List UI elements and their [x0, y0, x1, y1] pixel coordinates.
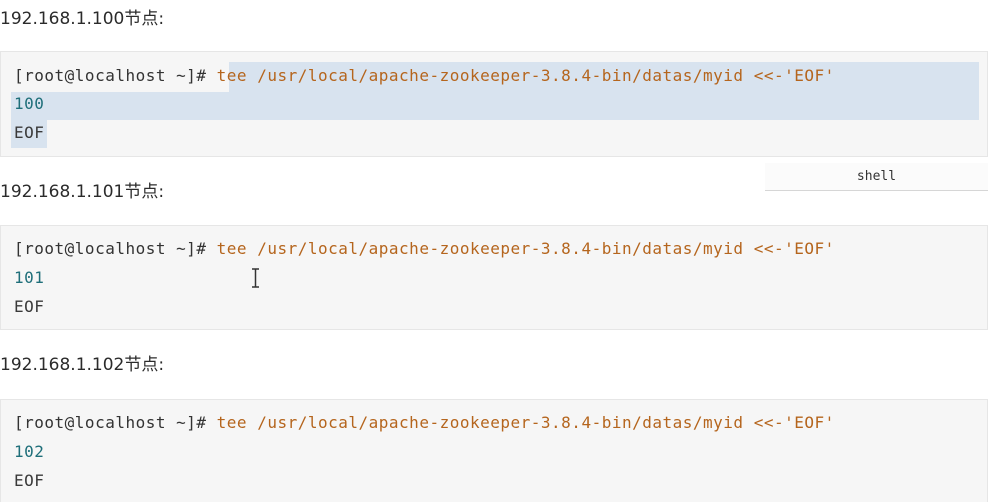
- tee-command: tee /usr/local/apache-zookeeper-3.8.4-bi…: [216, 413, 835, 432]
- myid-value: 101: [14, 268, 45, 287]
- heredoc-terminator: EOF: [14, 123, 45, 142]
- text-selection: [11, 92, 979, 120]
- code-block-102[interactable]: [root@localhost ~]# tee /usr/local/apach…: [0, 399, 988, 502]
- command-line: [root@localhost ~]# tee /usr/local/apach…: [14, 239, 835, 259]
- text-cursor-icon: [252, 268, 259, 288]
- shell-prompt: [root@localhost ~]#: [14, 413, 217, 432]
- command-line: [root@localhost ~]# tee /usr/local/apach…: [14, 413, 835, 433]
- myid-value: 100: [14, 94, 45, 113]
- heredoc-terminator: EOF: [14, 297, 45, 316]
- node-heading-101: 192.168.1.101节点:: [0, 182, 165, 202]
- myid-value: 102: [14, 442, 45, 461]
- heredoc-terminator: EOF: [14, 471, 45, 490]
- code-block-100[interactable]: [root@localhost ~]# tee /usr/local/apach…: [0, 51, 988, 157]
- tee-command: tee /usr/local/apache-zookeeper-3.8.4-bi…: [216, 66, 835, 85]
- shell-prompt: [root@localhost ~]#: [14, 239, 217, 258]
- code-block-101[interactable]: [root@localhost ~]# tee /usr/local/apach…: [0, 225, 988, 330]
- code-language-tab[interactable]: shell: [765, 163, 988, 191]
- tee-command: tee /usr/local/apache-zookeeper-3.8.4-bi…: [216, 239, 835, 258]
- node-heading-102: 192.168.1.102节点:: [0, 355, 165, 375]
- command-line: [root@localhost ~]# tee /usr/local/apach…: [14, 66, 835, 86]
- node-heading-100: 192.168.1.100节点:: [0, 9, 165, 29]
- shell-prompt: [root@localhost ~]#: [14, 66, 217, 85]
